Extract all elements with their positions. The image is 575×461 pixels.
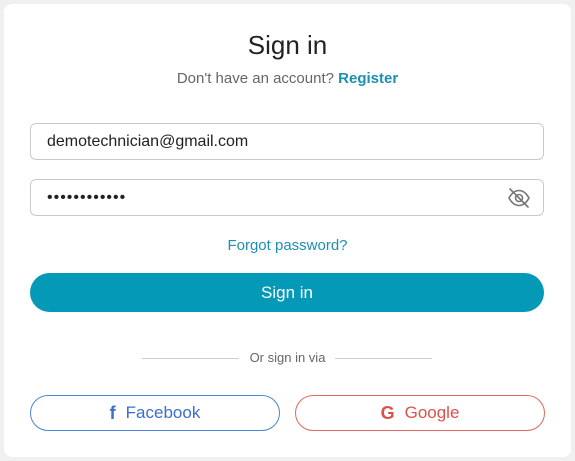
google-icon: G <box>380 403 395 423</box>
signin-card: Sign in Don't have an account? Register … <box>4 4 571 457</box>
page-title: Sign in <box>247 30 328 60</box>
google-button[interactable]: G Google <box>295 395 545 431</box>
email-field[interactable] <box>31 124 543 159</box>
facebook-icon: f <box>109 403 116 423</box>
facebook-button-label: Facebook <box>125 403 201 422</box>
eye-off-icon[interactable] <box>507 188 531 208</box>
signin-button[interactable]: Sign in <box>30 273 544 312</box>
register-prompt-text: Don't have an account? <box>176 70 334 87</box>
divider-line-right <box>335 358 432 359</box>
facebook-button[interactable]: f Facebook <box>30 395 280 431</box>
divider-text: Or sign in via <box>249 350 326 365</box>
register-prompt: Don't have an account? Register <box>4 70 571 88</box>
password-field[interactable] <box>31 180 543 215</box>
email-field-container <box>30 123 544 160</box>
divider: Or sign in via <box>4 349 571 367</box>
register-link[interactable]: Register <box>338 70 398 87</box>
password-field-container <box>30 179 544 216</box>
forgot-password-link[interactable]: Forgot password? <box>4 237 571 255</box>
google-button-label: Google <box>404 403 460 422</box>
